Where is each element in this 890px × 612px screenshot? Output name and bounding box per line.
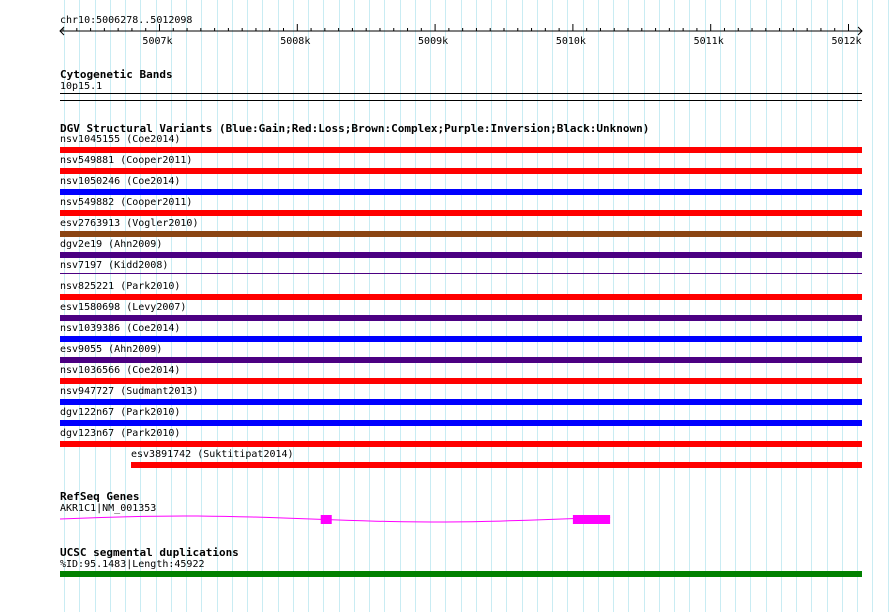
- genome-browser-view: chr10:5006278..5012098 5007k 5008k 5009k 50…: [0, 0, 890, 612]
- segdup-track-title[interactable]: UCSC segmental duplications: [60, 546, 239, 559]
- gene-exon[interactable]: [572, 515, 611, 524]
- segdup-label: %ID:95.1483|Length:45922: [60, 559, 205, 570]
- segdup-bar[interactable]: [60, 571, 862, 577]
- refseq-gene-model[interactable]: [0, 0, 890, 612]
- gene-exon[interactable]: [320, 515, 332, 524]
- gene-intron-line: [59, 515, 611, 523]
